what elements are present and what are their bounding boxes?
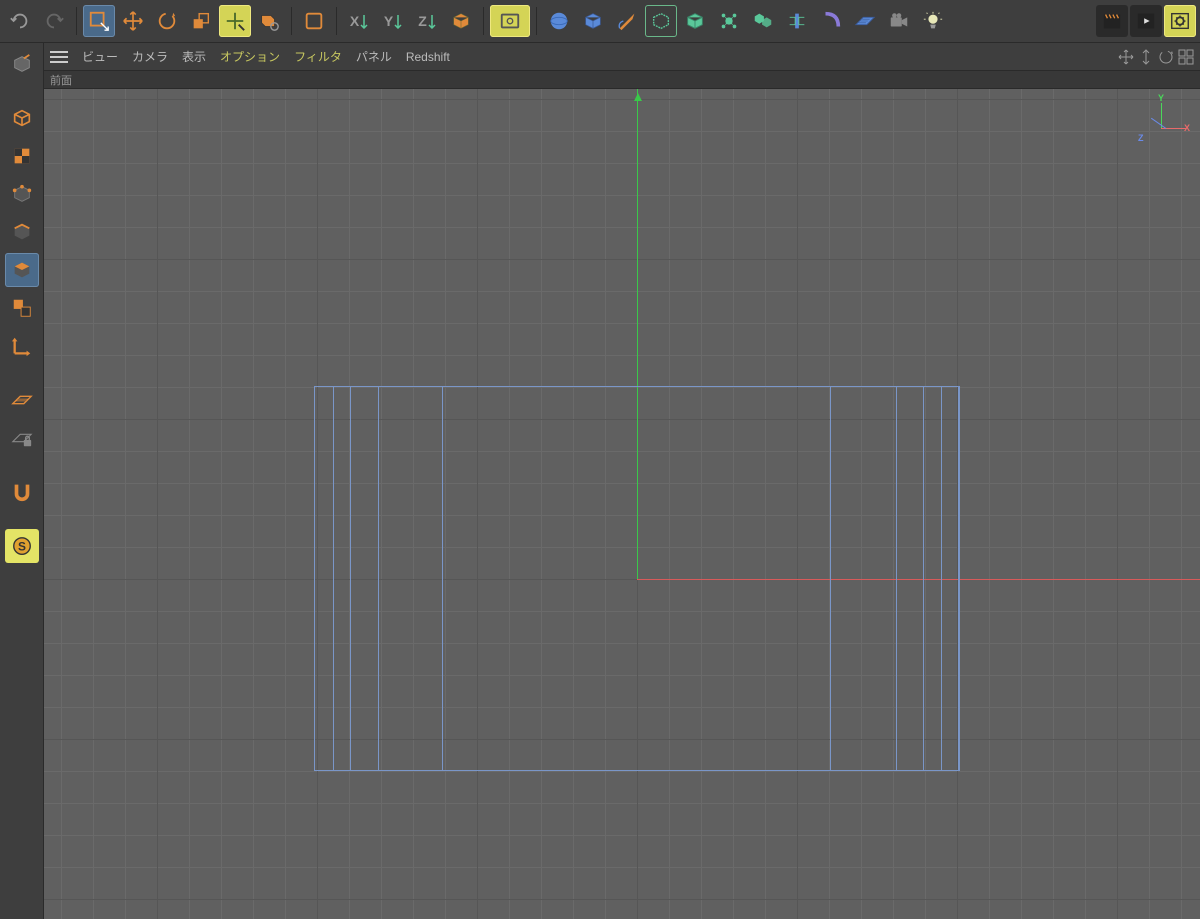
texture-mode[interactable] [5,139,39,173]
selected-object-wireframe[interactable] [314,386,959,771]
light-object[interactable] [917,5,949,37]
view-move-icon[interactable] [1118,49,1134,65]
view-layout-icon[interactable] [1178,49,1194,65]
viewport-menu-icon[interactable] [50,51,68,63]
last-tool[interactable] [298,5,330,37]
deformer[interactable] [713,5,745,37]
render-settings[interactable] [1164,5,1196,37]
render-region[interactable] [490,5,530,37]
gizmo-z-label: Z [1138,133,1144,143]
solo-mode[interactable]: S [5,529,39,563]
floor-object[interactable] [849,5,881,37]
model-mode[interactable] [5,101,39,135]
play-render[interactable] [1130,5,1162,37]
edge-mode[interactable] [5,215,39,249]
axis-mode[interactable] [5,329,39,363]
separator [76,7,77,35]
coord-system[interactable] [445,5,477,37]
menu-panel[interactable]: パネル [356,48,392,65]
bend-deformer[interactable] [815,5,847,37]
undo-button[interactable] [4,5,36,37]
point-mode[interactable] [5,177,39,211]
cloner[interactable] [747,5,779,37]
camera-object[interactable] [883,5,915,37]
live-select-tool[interactable] [83,5,115,37]
axis-gizmo[interactable]: Y X Z [1136,103,1186,153]
menu-redshift[interactable]: Redshift [406,50,450,64]
svg-text:S: S [18,540,26,554]
viewport-panel: ビュー カメラ 表示 オプション フィルタ パネル Redshift 前面 [44,43,1200,919]
viewport-3d[interactable]: Y X Z [44,89,1200,919]
take-clapper[interactable] [1096,5,1128,37]
rotate-tool[interactable] [151,5,183,37]
uv-mode[interactable] [5,291,39,325]
polygon-mode[interactable] [5,253,39,287]
menu-display[interactable]: 表示 [182,48,206,65]
viewport-label: 前面 [44,71,1200,89]
make-editable[interactable] [5,47,39,81]
separator [336,7,337,35]
menu-camera[interactable]: カメラ [132,48,168,65]
spline-pen[interactable] [611,5,643,37]
side-toolbar: S [0,43,44,919]
top-toolbar: X Y Z [0,0,1200,43]
lock-y-axis[interactable]: Y [377,5,409,37]
workplane[interactable] [5,383,39,417]
viewport-menu-bar: ビュー カメラ 表示 オプション フィルタ パネル Redshift [44,43,1200,71]
lock-x-axis[interactable]: X [343,5,375,37]
menu-filter[interactable]: フィルタ [294,48,342,65]
extrude-generator[interactable] [679,5,711,37]
gizmo-x-label: X [1184,123,1190,133]
tweak-tool[interactable] [219,5,251,37]
menu-options[interactable]: オプション [220,48,280,65]
menu-view[interactable]: ビュー [82,48,118,65]
separator [483,7,484,35]
lock-z-axis[interactable]: Z [411,5,443,37]
workplane-lock[interactable] [5,421,39,455]
sphere-primitive[interactable] [543,5,575,37]
view-rotate-icon[interactable] [1158,49,1174,65]
redo-button[interactable] [38,5,70,37]
separator [536,7,537,35]
snap-toggle[interactable] [5,475,39,509]
view-zoom-icon[interactable] [1138,49,1154,65]
separator [291,7,292,35]
cube-primitive[interactable] [577,5,609,37]
symmetry[interactable] [781,5,813,37]
gizmo-y-label: Y [1158,93,1164,103]
scale-tool[interactable] [185,5,217,37]
viewport-name: 前面 [50,75,72,87]
subdivision-generator[interactable] [645,5,677,37]
move-tool[interactable] [117,5,149,37]
parametric-tool[interactable] [253,5,285,37]
